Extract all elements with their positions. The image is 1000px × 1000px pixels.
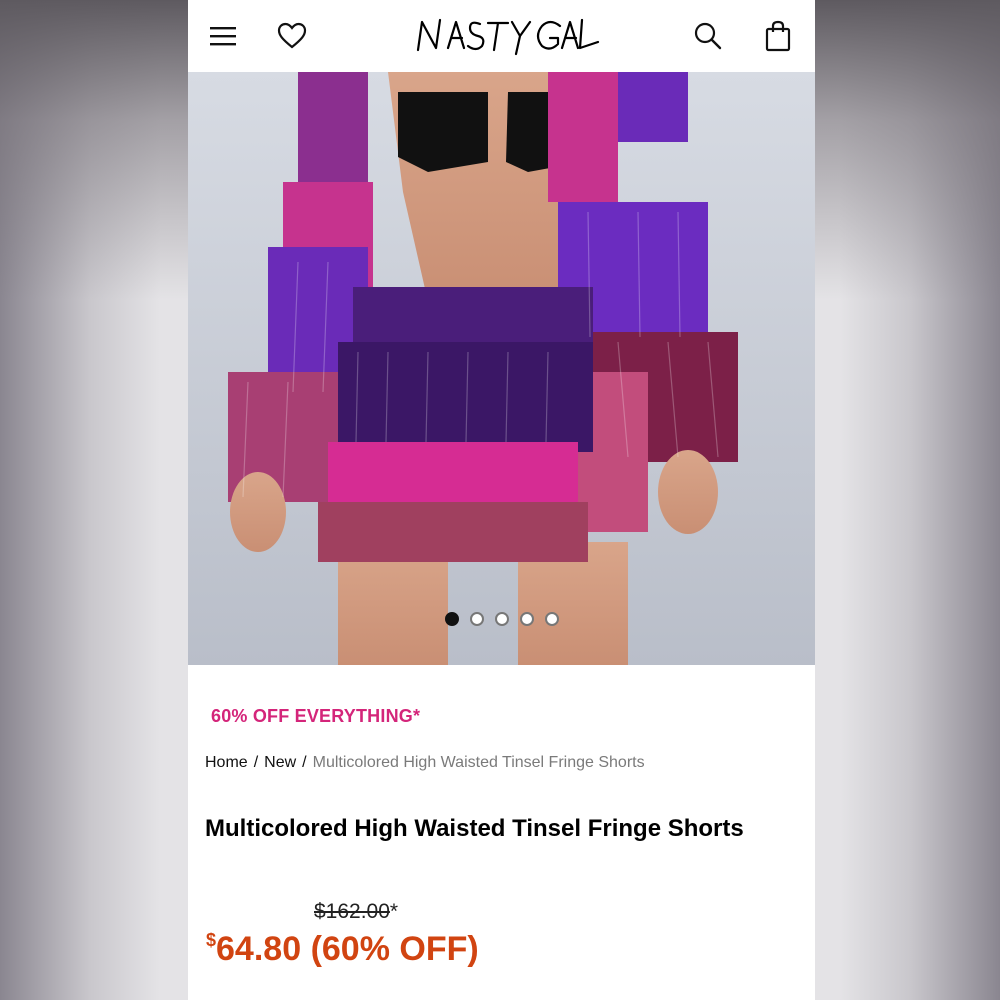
carousel-dot[interactable]: [519, 612, 534, 626]
carousel-dot[interactable]: [544, 612, 559, 626]
breadcrumb: Home / New / Multicolored High Waisted Tinse…: [205, 754, 645, 772]
breadcrumb-separator: /: [253, 754, 259, 771]
original-price: $162.00*: [314, 900, 398, 924]
original-price-asterisk: *: [389, 900, 399, 923]
breadcrumb-current: Multicolored High Waisted Tinsel Fringe …: [312, 754, 645, 771]
discount-label: (60% OFF): [310, 930, 479, 968]
promo-banner[interactable]: 60% OFF EVERYTHING*: [211, 706, 420, 727]
hamburger-menu-icon[interactable]: [205, 18, 241, 54]
carousel-pagination: [188, 612, 815, 632]
shopping-bag-icon[interactable]: [760, 18, 796, 54]
brand-logo[interactable]: [410, 10, 600, 62]
heart-icon[interactable]: [274, 18, 310, 54]
sale-price: $64.80 (60% OFF): [206, 930, 479, 969]
mobile-page: 60% OFF EVERYTHING* Home / New / Multicolore…: [188, 0, 815, 1000]
breadcrumb-new-link[interactable]: New: [264, 754, 296, 771]
product-photo: [188, 72, 815, 665]
carousel-dot[interactable]: [494, 612, 509, 626]
original-price-value: $162.00: [314, 900, 390, 923]
breadcrumb-separator: /: [302, 754, 307, 771]
sale-price-value: 64.80: [216, 930, 302, 968]
product-image-carousel[interactable]: [188, 72, 815, 665]
carousel-dot[interactable]: [469, 612, 484, 626]
carousel-dot[interactable]: [444, 612, 459, 626]
product-title: Multicolored High Waisted Tinsel Fringe …: [205, 815, 744, 842]
sale-currency: $: [206, 930, 217, 950]
breadcrumb-home-link[interactable]: Home: [205, 754, 248, 771]
site-header: [188, 0, 815, 73]
search-icon[interactable]: [690, 18, 726, 54]
